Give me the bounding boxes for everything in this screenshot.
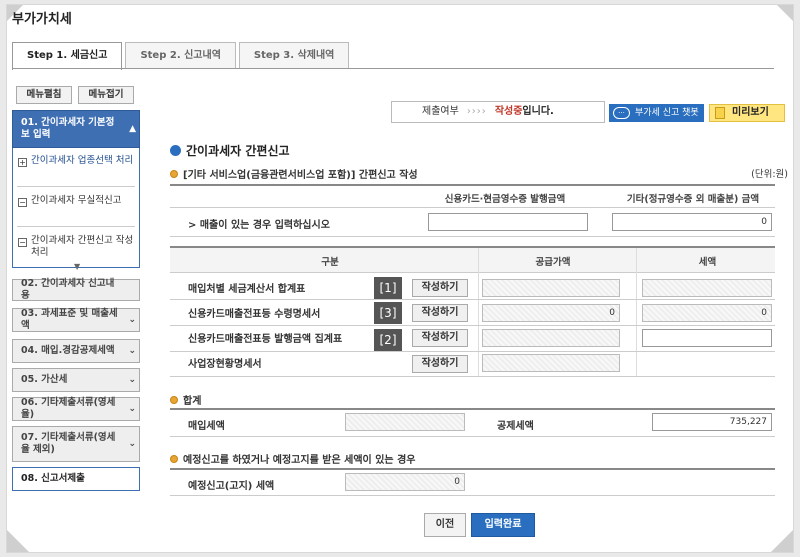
sidebar-item-01[interactable]: 01. 간이과세자 기본정보 입력 ▲: [12, 110, 140, 148]
sidebar-item-06[interactable]: 06. 기타제출서류(영세율) ⌄: [12, 397, 140, 421]
tab-step3[interactable]: Step 3. 삭제내역: [238, 42, 350, 69]
deduct-tax-label: 공제세액: [497, 421, 534, 432]
row-number-badge: [1]: [374, 277, 402, 299]
bullet-icon: [170, 145, 181, 156]
corner-decoration: [777, 5, 793, 21]
divider: [17, 186, 135, 187]
write-button-card-receipt[interactable]: 작성하기: [412, 304, 468, 322]
table-rule: [170, 184, 775, 186]
chevron-down-icon: ⌄: [128, 404, 136, 414]
col-supply-header: 공급가액: [535, 257, 571, 268]
write-button-card-issue[interactable]: 작성하기: [412, 329, 468, 347]
purchase-tax-label: 매입세액: [188, 421, 225, 432]
card-receipt-tax-field: 0: [642, 304, 772, 322]
business-status-field: [482, 354, 620, 372]
write-button-business-status[interactable]: 작성하기: [412, 355, 468, 373]
tab-step1[interactable]: Step 1. 세금신고: [12, 42, 123, 70]
chatbot-button[interactable]: ··· 부가세 신고 챗봇: [609, 104, 704, 122]
collapse-box-icon: −: [18, 238, 27, 247]
sidebar-item-07[interactable]: 07. 기타제출서류(영세율 제외) ⌄: [12, 426, 140, 462]
subitem-no-performance[interactable]: 간이과세자 무실적신고: [31, 195, 135, 207]
bullet-icon: [170, 170, 178, 178]
table-rule: [170, 408, 775, 410]
window-title: 부가가치세: [12, 12, 72, 27]
section-total-title: 합계: [170, 392, 201, 407]
card-receipt-label: 신용카드매출전표등 수령명세서: [188, 309, 321, 320]
sidebar-submenu: + 간이과세자 업종선택 처리 − 간이과세자 무실적신고 − 간이과세자 간편…: [12, 148, 140, 268]
table-rule: [170, 236, 775, 237]
unit-label: (단위:원): [751, 169, 788, 180]
col-card-header: 신용카드·현금영수증 발행금액: [444, 194, 566, 205]
purchase-invoice-label: 매입처별 세금계산서 합계표: [188, 284, 306, 295]
page-title: 간이과세자 간편신고: [170, 142, 290, 159]
card-amount-input[interactable]: [428, 213, 588, 231]
preview-button[interactable]: 미리보기: [709, 104, 785, 122]
table-rule: [170, 468, 775, 470]
chevron-down-icon: ⌄: [128, 439, 136, 449]
step-tabs: Step 1. 세금신고 Step 2. 신고내역 Step 3. 삭제내역: [12, 42, 352, 70]
sidebar-item-05[interactable]: 05. 가산세 ⌄: [12, 368, 140, 392]
card-issue-label: 신용카드매출전표등 발행금액 집계표: [188, 334, 343, 345]
invoice-tax-field: [642, 279, 772, 297]
other-amount-input[interactable]: 0: [612, 213, 772, 231]
chevron-up-icon: ▲: [129, 124, 136, 134]
table-rule: [170, 207, 775, 208]
column-divider: [478, 248, 479, 376]
collapse-all-button[interactable]: 메뉴접기: [78, 86, 134, 104]
expand-all-button[interactable]: 메뉴펼침: [16, 86, 72, 104]
col-category-header: 구분: [321, 257, 339, 268]
section-preliminary-title: 예정신고를 하였거나 예정고지를 받은 세액이 있는 경우: [170, 451, 416, 466]
sidebar-item-02[interactable]: 02. 간이과세자 신고내용: [12, 278, 140, 301]
sales-row-label: > 매출이 있는 경우 입력하십시오: [188, 220, 330, 231]
write-button-invoice[interactable]: 작성하기: [412, 279, 468, 297]
col-other-header: 기타(정규영수증 외 매출분) 금액: [626, 194, 760, 205]
chevron-down-icon: ⌄: [128, 315, 136, 325]
purchase-tax-field: [345, 413, 465, 431]
preliminary-tax-label: 예정신고(고지) 세액: [188, 481, 275, 492]
corner-decoration: [771, 530, 793, 552]
invoice-supply-field: [482, 279, 620, 297]
card-issue-supply-field: [482, 329, 620, 347]
chevron-down-icon: ⌄: [128, 375, 136, 385]
table-rule: [170, 272, 775, 273]
collapse-box-icon: −: [18, 198, 27, 207]
scroll-down-icon: ▼: [74, 262, 81, 271]
table-rule: [170, 299, 775, 300]
bullet-icon: [170, 455, 178, 463]
subitem-business-type[interactable]: 간이과세자 업종선택 처리: [31, 155, 135, 167]
corner-decoration: [7, 530, 29, 552]
column-divider: [636, 248, 637, 376]
subitem-simple-report[interactable]: 간이과세자 간편신고 작성 처리: [31, 235, 135, 259]
complete-button[interactable]: 입력완료: [471, 513, 535, 537]
sidebar-toggle-group: 메뉴펼침 메뉴접기: [16, 86, 134, 104]
tab-step2[interactable]: Step 2. 신고내역: [125, 42, 236, 69]
submission-status: 제출여부 ›››› 작성중입니다.: [391, 101, 605, 123]
table-rule: [170, 376, 775, 377]
col-tax-header: 세액: [698, 257, 717, 268]
sidebar-item-03[interactable]: 03. 과세표준 및 매출세액 ⌄: [12, 308, 140, 332]
sidebar-item-08[interactable]: 08. 신고서제출: [12, 467, 140, 491]
chat-icon: ···: [613, 107, 630, 119]
chevron-down-icon: ⌄: [128, 346, 136, 356]
deduct-tax-field[interactable]: 735,227: [652, 413, 772, 431]
divider: [17, 226, 135, 227]
prev-button[interactable]: 이전: [424, 513, 466, 537]
row-number-badge: [2]: [374, 329, 402, 351]
table-rule: [170, 436, 775, 437]
bullet-icon: [170, 396, 178, 404]
card-issue-tax-input[interactable]: [642, 329, 772, 347]
expand-box-icon: +: [18, 158, 27, 167]
table-rule: [170, 325, 775, 326]
preliminary-tax-field: 0: [345, 473, 465, 491]
card-receipt-supply-field: 0: [482, 304, 620, 322]
row-number-badge: [3]: [374, 302, 402, 324]
business-status-label: 사업장현황명세서: [188, 359, 262, 370]
section-sales-title: [기타 서비스업(금융관련서비스업 포함)] 간편신고 작성: [170, 166, 418, 181]
tab-divider: [12, 68, 774, 69]
document-icon: [715, 107, 725, 119]
sidebar-item-04[interactable]: 04. 매입.경감공제세액 ⌄: [12, 339, 140, 363]
table-rule: [170, 495, 775, 496]
table-rule: [170, 351, 775, 352]
